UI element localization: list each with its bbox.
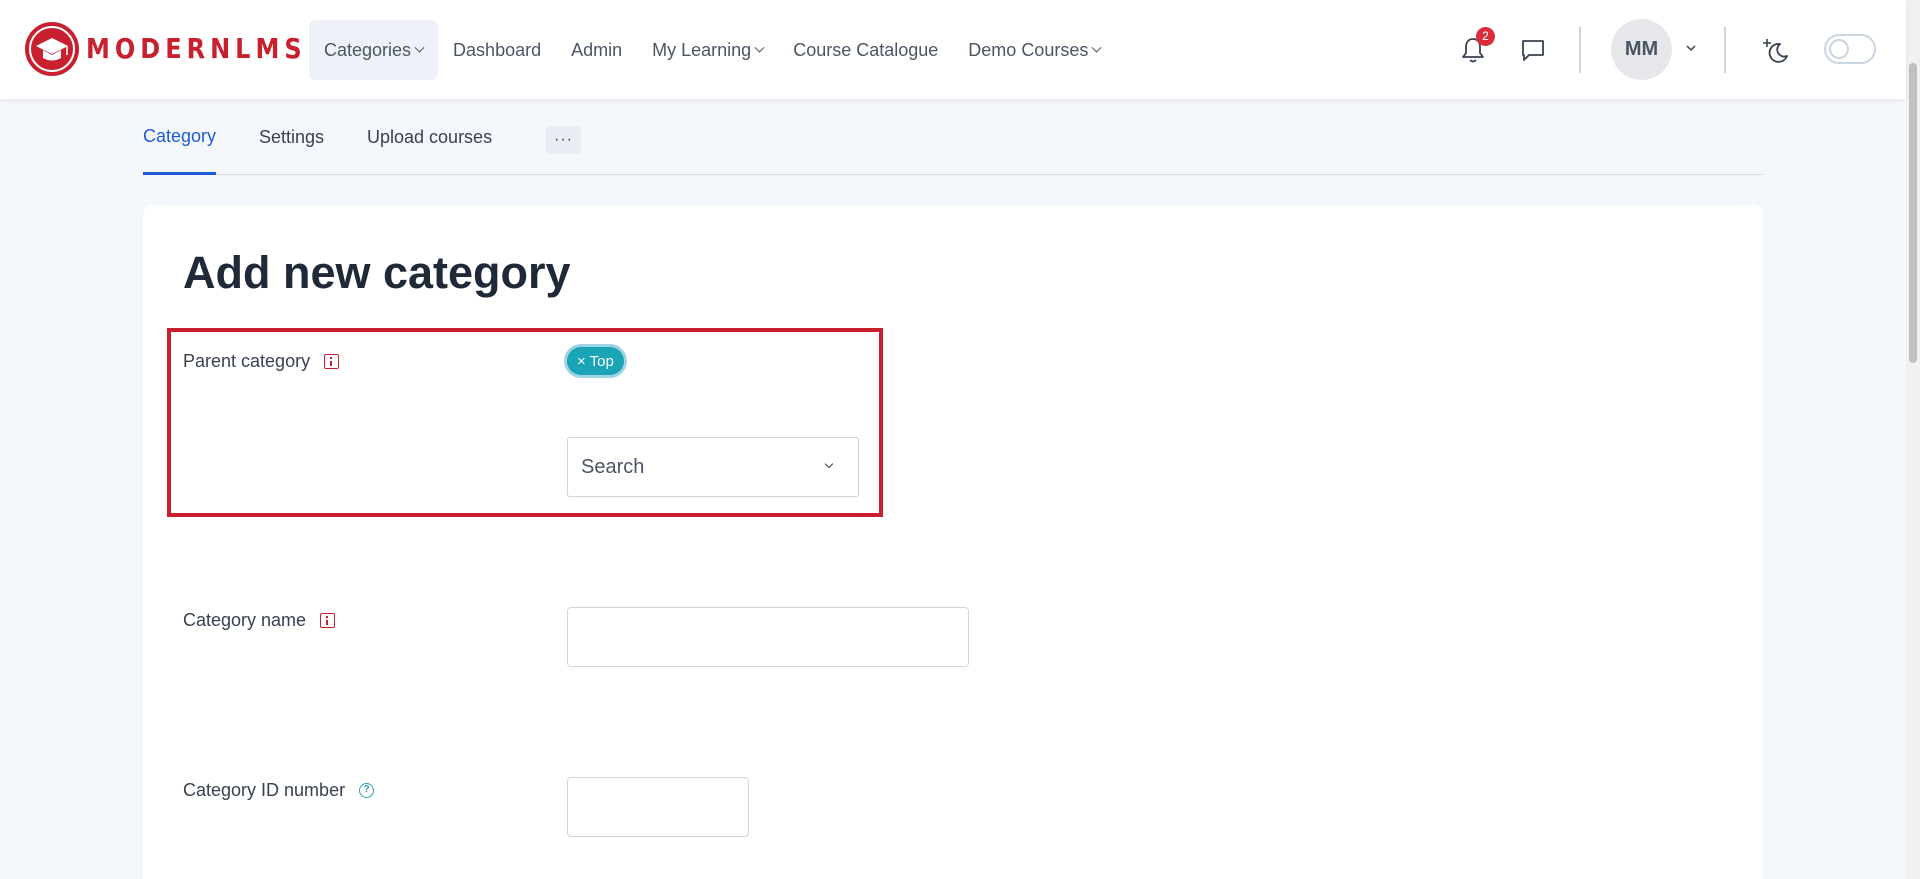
- parent-category-label: Parent category: [183, 351, 340, 372]
- field-label-text: Category ID number: [183, 780, 346, 800]
- divider: [1579, 27, 1581, 73]
- field-label-text: Category name: [183, 610, 307, 630]
- user-avatar[interactable]: MM: [1611, 19, 1672, 80]
- page-scrollbar[interactable]: [1906, 0, 1920, 879]
- chevron-down-icon: [754, 42, 765, 53]
- page-title: Add new category: [183, 247, 571, 298]
- theme-toggle[interactable]: [1824, 34, 1876, 64]
- nav-item-dashboard[interactable]: Dashboard: [438, 20, 556, 80]
- category-name-input[interactable]: [567, 607, 969, 667]
- nav-item-label: Categories: [324, 39, 412, 60]
- category-id-number-label: Category ID number ?: [183, 780, 375, 801]
- navbar-actions: 2 MM: [1450, 0, 1906, 99]
- chevron-down-icon[interactable]: [1685, 42, 1697, 54]
- tab-settings[interactable]: Settings: [259, 100, 324, 175]
- required-info-icon[interactable]: [320, 613, 336, 628]
- primary-nav: Categories Dashboard Admin My Learning C…: [309, 20, 1115, 80]
- moon-sparkle-icon[interactable]: [1760, 36, 1790, 64]
- category-name-label: Category name: [183, 610, 336, 631]
- nav-item-label: Admin: [571, 39, 623, 60]
- logo-mark: [25, 22, 79, 76]
- tab-upload-courses[interactable]: Upload courses: [367, 100, 492, 175]
- toggle-knob: [1829, 39, 1849, 59]
- nav-item-label: Course Catalogue: [793, 39, 939, 60]
- nav-item-label: Dashboard: [453, 39, 542, 60]
- category-id-number-input[interactable]: [567, 777, 749, 837]
- search-placeholder: Search: [581, 455, 645, 478]
- required-info-icon[interactable]: [324, 354, 340, 369]
- chat-icon[interactable]: [1520, 37, 1546, 63]
- help-icon[interactable]: ?: [359, 783, 375, 798]
- notification-count-badge: 2: [1476, 27, 1495, 46]
- field-label-text: Parent category: [183, 351, 311, 371]
- secondary-tabs: Category Settings Upload courses ···: [143, 100, 1763, 175]
- tab-category[interactable]: Category: [143, 100, 217, 175]
- divider: [1724, 27, 1726, 73]
- nav-item-course-catalogue[interactable]: Course Catalogue: [778, 20, 953, 80]
- chevron-down-icon: [414, 42, 425, 53]
- nav-item-categories[interactable]: Categories: [309, 20, 439, 80]
- nav-item-my-learning[interactable]: My Learning: [637, 20, 778, 80]
- nav-item-admin[interactable]: Admin: [556, 20, 637, 80]
- parent-category-search-select[interactable]: Search: [567, 437, 859, 497]
- brand-logo[interactable]: MODERNLMS: [25, 22, 307, 76]
- chevron-down-icon: [824, 459, 834, 469]
- top-navbar: MODERNLMS Categories Dashboard Admin My …: [0, 0, 1906, 99]
- scrollbar-thumb[interactable]: [1909, 63, 1917, 363]
- nav-item-label: My Learning: [652, 39, 752, 60]
- more-tabs-button[interactable]: ···: [546, 126, 581, 154]
- nav-item-demo-courses[interactable]: Demo Courses: [953, 20, 1115, 80]
- form-card: Add new category Parent category × Top S…: [143, 205, 1763, 879]
- brand-name: MODERNLMS: [86, 32, 307, 66]
- selected-parent-chip[interactable]: × Top: [567, 347, 624, 375]
- nav-item-label: Demo Courses: [968, 39, 1089, 60]
- chevron-down-icon: [1091, 42, 1102, 53]
